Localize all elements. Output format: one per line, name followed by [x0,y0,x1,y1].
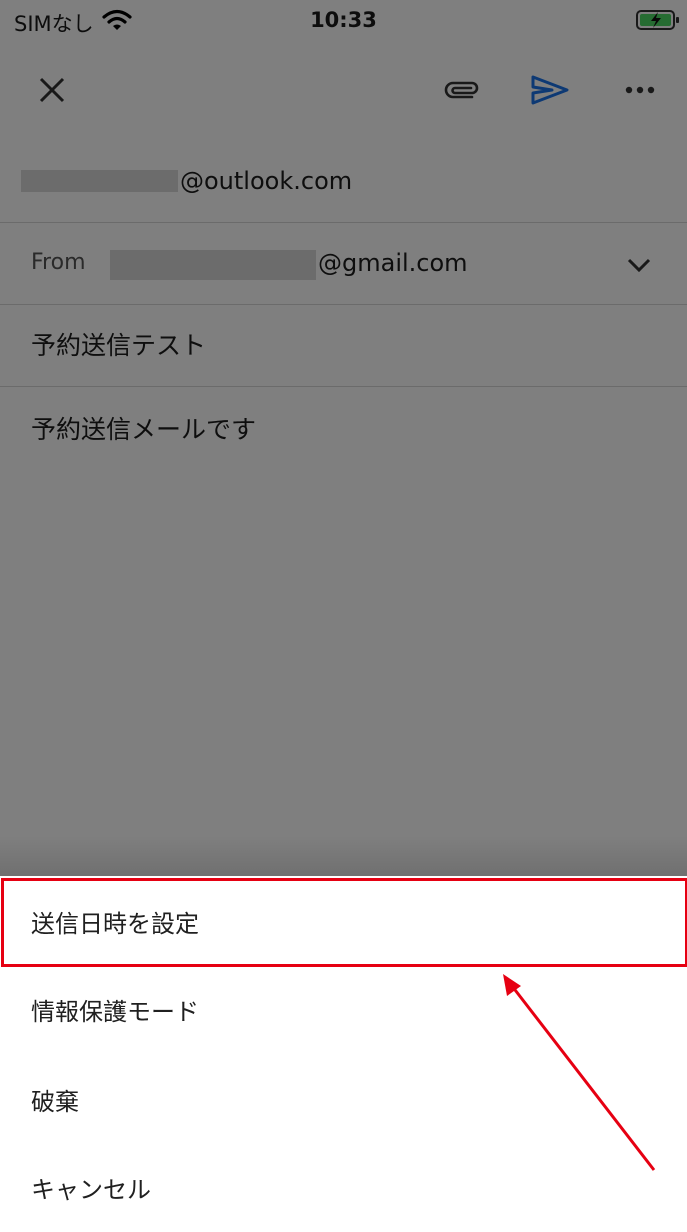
annotation-arrow [503,974,656,1171]
compose-screen: SIMなし 10:33 [0,0,687,1231]
